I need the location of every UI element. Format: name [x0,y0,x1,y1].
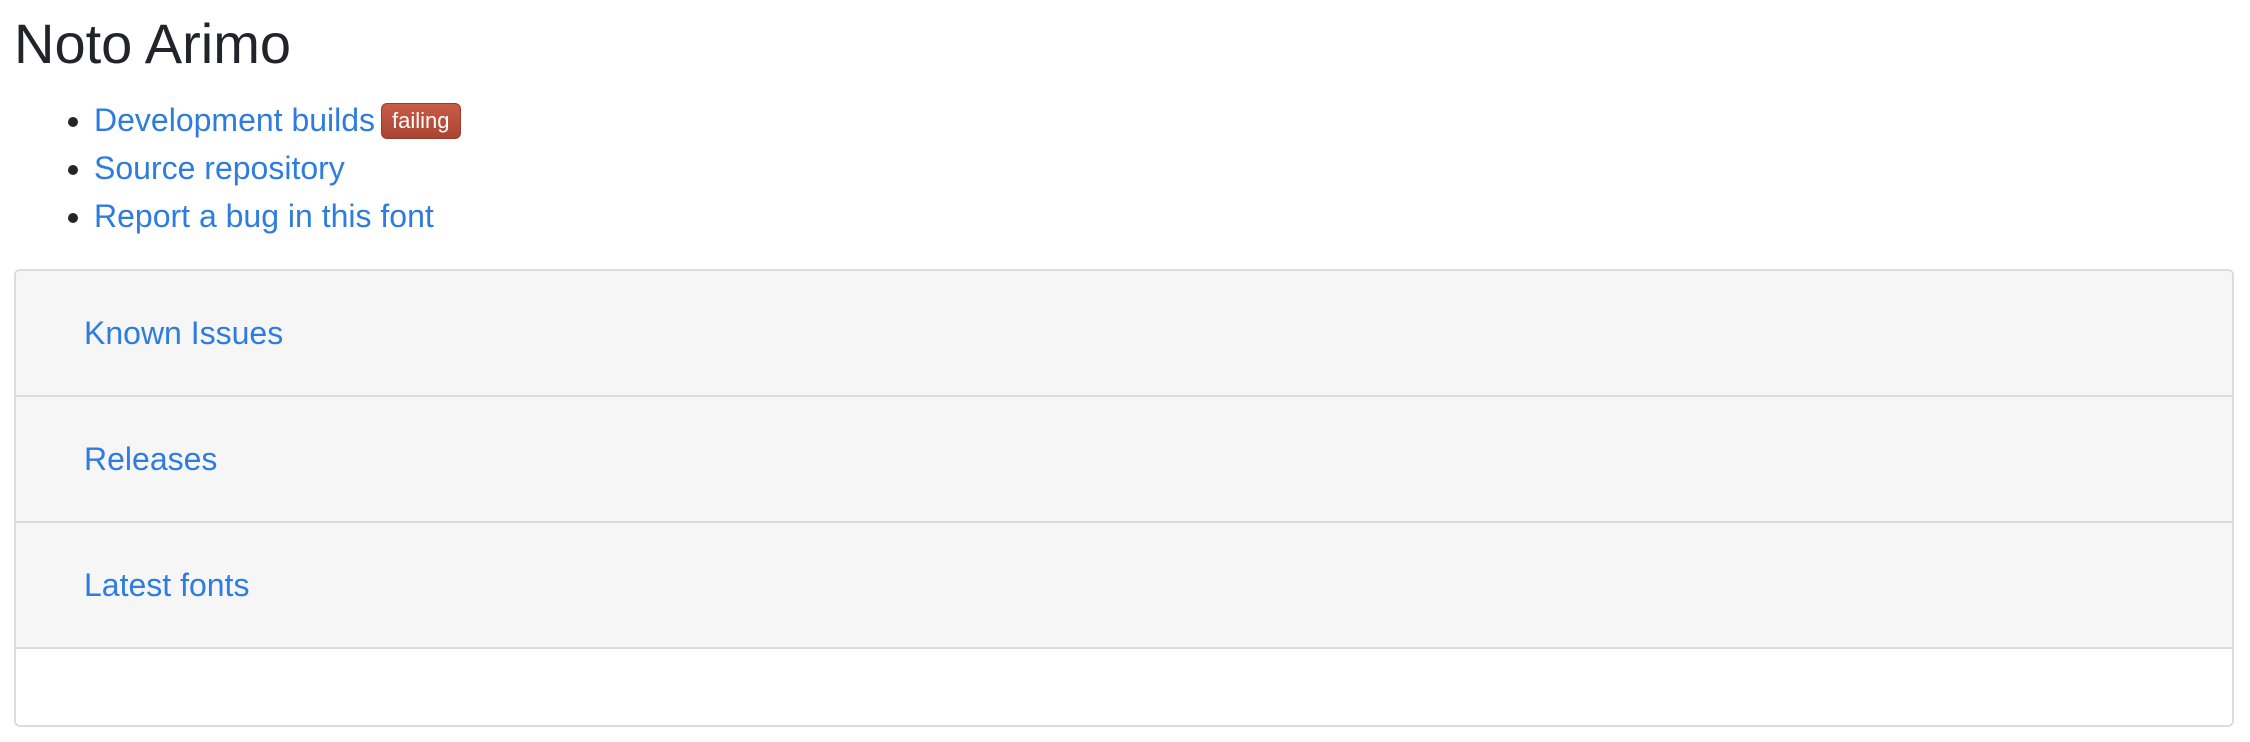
list-item: Development buildsfailing [94,96,461,144]
development-builds-link[interactable]: Development builds [94,102,375,138]
page: Noto Arimo Development buildsfailing Sou… [0,0,2250,742]
build-status-badge[interactable]: failing [381,103,461,139]
source-repository-link[interactable]: Source repository [94,150,345,186]
list-item: Report a bug in this font [94,192,461,240]
accordion-item-known-issues[interactable]: Known Issues [16,271,2232,397]
releases-link[interactable]: Releases [84,439,217,479]
accordion-content-panel [16,649,2232,725]
links-list: Development buildsfailing Source reposit… [0,96,461,240]
list-item: Source repository [94,144,461,192]
accordion-item-releases[interactable]: Releases [16,397,2232,523]
latest-fonts-link[interactable]: Latest fonts [84,565,249,605]
known-issues-link[interactable]: Known Issues [84,313,283,353]
page-title: Noto Arimo [14,12,291,75]
report-bug-link[interactable]: Report a bug in this font [94,198,434,234]
accordion: Known Issues Releases Latest fonts [14,269,2234,727]
accordion-item-latest-fonts[interactable]: Latest fonts [16,523,2232,649]
